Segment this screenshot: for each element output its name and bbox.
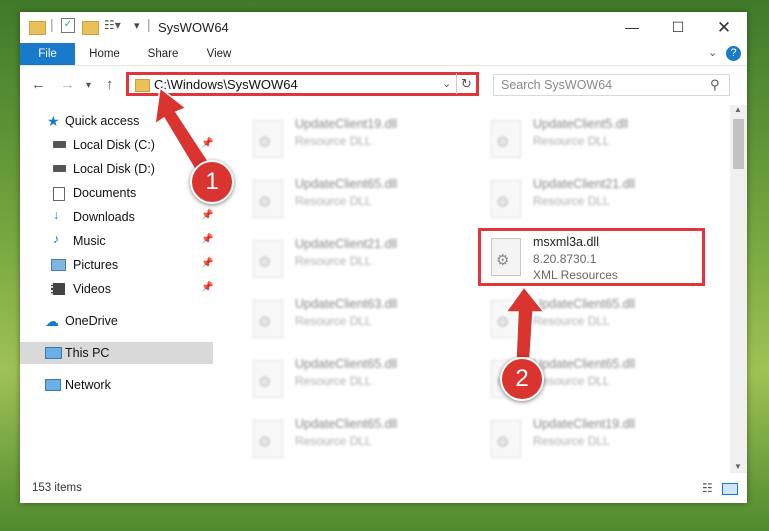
arrow-to-file [504,285,546,359]
step-1-badge: 1 [190,160,234,204]
callout-arrows [154,86,546,359]
step-2-badge: 2 [500,357,544,401]
